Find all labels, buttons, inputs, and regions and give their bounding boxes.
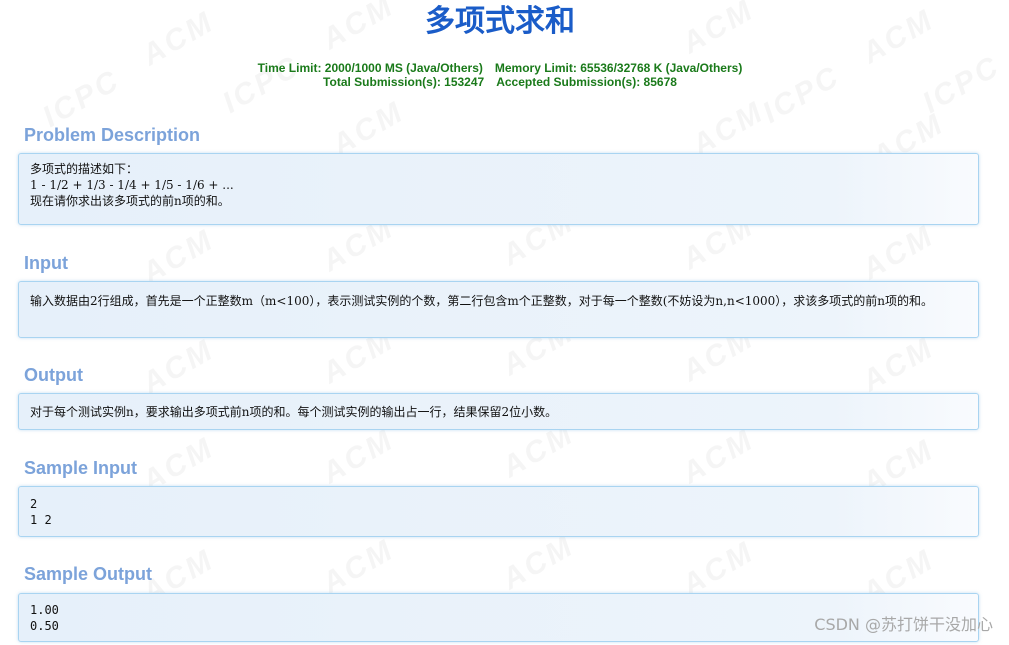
watermark-text: ACM xyxy=(316,422,401,491)
total-submissions: Total Submission(s): 153247 xyxy=(323,75,485,89)
description-line: 多项式的描述如下： xyxy=(30,162,139,176)
description-line: 现在请你求出该多项式的前n项的和。 xyxy=(30,194,230,208)
time-limit: Time Limit: 2000/1000 MS (Java/Others) xyxy=(257,61,483,75)
sample-input-line: 1 2 xyxy=(30,513,52,527)
description-line: 1 - 1/2 + 1/3 - 1/4 + 1/5 - 1/6 + ... xyxy=(30,178,234,192)
csdn-author-watermark: CSDN @苏打饼干没加心 xyxy=(814,615,993,634)
problem-title: 多项式求和 xyxy=(425,4,575,39)
section-title-problem-description: Problem Description xyxy=(24,125,201,145)
watermark-text: ACM xyxy=(316,532,401,601)
section-title-sample-output: Sample Output xyxy=(24,564,153,584)
watermark-text: ACM xyxy=(496,528,581,597)
limits-row-2: Total Submission(s): 153247 Accepted Subm… xyxy=(0,75,1000,89)
section-title-output: Output xyxy=(24,365,83,385)
problem-description-panel: 多项式的描述如下： 1 - 1/2 + 1/3 - 1/4 + 1/5 - 1/… xyxy=(18,153,979,225)
sample-input-line: 2 xyxy=(30,497,38,511)
section-title-sample-input: Sample Input xyxy=(24,458,138,478)
input-panel: 输入数据由2行组成，首先是一个正整数m（m<100），表示测试实例的个数，第二行… xyxy=(18,281,979,338)
accepted-submissions: Accepted Submission(s): 85678 xyxy=(496,75,677,89)
sample-input-panel: 2 1 2 xyxy=(18,486,979,537)
limits-row-1: Time Limit: 2000/1000 MS (Java/Others) Me… xyxy=(0,61,1000,75)
watermark-text: ACM xyxy=(856,218,941,287)
memory-limit: Memory Limit: 65536/32768 K (Java/Others… xyxy=(494,61,743,75)
section-title-input: Input xyxy=(24,253,68,273)
watermark-text: ACM xyxy=(856,330,941,399)
watermark-text: ACM xyxy=(676,422,761,491)
watermark-text: ACM xyxy=(136,332,221,401)
output-line: 对于每个测试实例n，要求输出多项式前n项的和。每个测试实例的输出占一行，结果保留… xyxy=(30,405,558,419)
output-panel: 对于每个测试实例n，要求输出多项式前n项的和。每个测试实例的输出占一行，结果保留… xyxy=(18,393,979,430)
problem-limits: Time Limit: 2000/1000 MS (Java/Others) Me… xyxy=(0,61,1000,89)
input-line: 输入数据由2行组成，首先是一个正整数m（m<100），表示测试实例的个数，第二行… xyxy=(30,294,934,308)
